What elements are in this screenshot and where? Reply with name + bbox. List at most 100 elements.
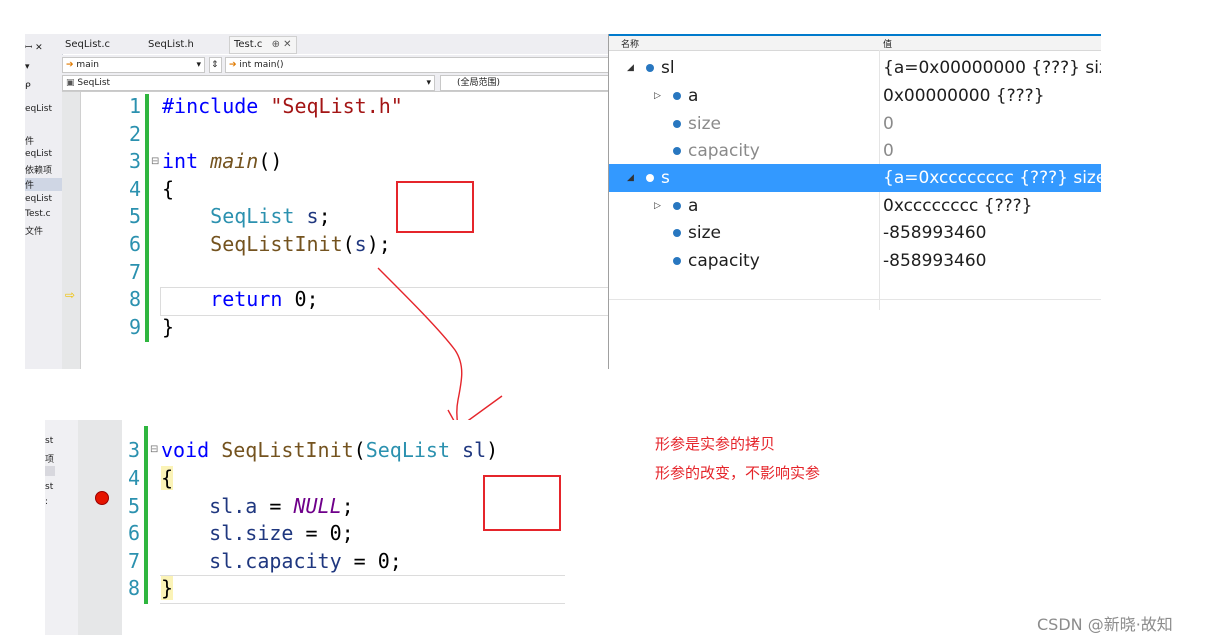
watch-row[interactable]: ▷ a 0xcccccccc {???} <box>609 192 1101 220</box>
tree-item[interactable]: eqList <box>25 149 52 159</box>
field-icon <box>673 202 681 210</box>
code-punctuation: = 0; <box>341 549 402 573</box>
watch-name: capacity <box>688 141 760 161</box>
expand-arrow-icon[interactable]: ▷ <box>654 192 661 220</box>
code-line-6[interactable]: SeqListInit(s); <box>162 232 391 256</box>
watch-row[interactable]: ◢ sl {a=0x00000000 {???} size=0 capacity… <box>609 54 1101 82</box>
field-icon <box>646 64 654 72</box>
global-scope-value: (全局范围) <box>457 78 501 88</box>
code-punctuation: ; <box>318 204 331 228</box>
line-number: 6 <box>128 232 141 256</box>
panel-dropdown[interactable]: ▾ <box>25 62 30 72</box>
code-line-3[interactable]: void SeqListInit(SeqList sl) <box>161 438 498 462</box>
tree-item[interactable]: 件 <box>25 134 34 147</box>
tree-item[interactable]: Test.c <box>25 209 51 219</box>
change-tracking-bar <box>145 94 149 342</box>
watch-row[interactable]: ▷ a 0x00000000 {???} <box>609 82 1101 110</box>
line-number: 7 <box>127 549 140 573</box>
tree-item[interactable]: : <box>45 497 48 507</box>
code-punctuation: ( <box>342 232 355 256</box>
tree-item[interactable]: st <box>45 482 53 492</box>
tree-item[interactable]: eqList <box>25 104 52 114</box>
watch-row[interactable]: size -858993460 <box>609 219 1101 247</box>
type-name: SeqList <box>210 204 295 228</box>
tree-item[interactable]: 项 <box>45 452 54 465</box>
tab-pin-close-icon[interactable]: ⊕ ✕ <box>272 39 292 50</box>
project-dropdown[interactable]: ▣ SeqList ▾ <box>62 75 435 91</box>
global-scope-dropdown[interactable]: (全局范围) <box>440 75 610 91</box>
code-line-4[interactable]: { <box>162 177 174 201</box>
macro-name: NULL <box>293 494 342 518</box>
tab-seqlist-h[interactable]: SeqList.h <box>148 39 194 50</box>
code-line-5[interactable]: sl.a = NULL; <box>161 494 354 518</box>
tab-test-c[interactable]: Test.c ⊕ ✕ <box>229 36 297 54</box>
watch-name: a <box>688 86 699 106</box>
watch-name: size <box>688 223 721 243</box>
watch-value: {a=0xcccccccc {???} size=-858993460 ...} <box>883 168 1101 188</box>
spin-button[interactable]: ⇕ <box>209 57 222 73</box>
tree-item[interactable]: st <box>45 436 53 446</box>
margin-divider <box>80 92 81 369</box>
tree-item-selected[interactable] <box>45 466 55 476</box>
code-punctuation: ) <box>486 438 499 462</box>
code-operator: = <box>257 494 294 518</box>
navigation-bar: ➔ main ▾ ⇕ ➔ int main() ▣ SeqList ▾ (全局范… <box>62 55 610 92</box>
watch-value: 0 <box>883 114 894 134</box>
function-value: int main() <box>239 60 284 70</box>
expand-arrow-icon[interactable]: ◢ <box>627 164 634 192</box>
tree-item[interactable]: eqList <box>25 194 52 204</box>
expand-arrow-icon[interactable]: ▷ <box>654 82 661 110</box>
code-line-3[interactable]: int main() <box>162 149 282 173</box>
line-number: 7 <box>128 260 141 284</box>
code-line-9[interactable]: } <box>162 315 174 339</box>
field-icon <box>673 147 681 155</box>
line-number: 6 <box>127 521 140 545</box>
tab-seqlist-c[interactable]: SeqList.c <box>65 39 110 50</box>
collapse-icon[interactable]: ⊟ <box>151 156 159 167</box>
panel-pin-close[interactable]: ꟷ ✕ <box>25 40 43 53</box>
code-line-8[interactable]: } <box>161 576 174 600</box>
expand-arrow-icon[interactable]: ◢ <box>627 54 634 82</box>
line-number: 3 <box>127 438 140 462</box>
code-line-6[interactable]: sl.size = 0; <box>161 521 354 545</box>
code-editor-top: ꟷ ✕ ▾ ᑭ eqList 件 eqList 依赖项 件 eqList Tes… <box>25 34 610 369</box>
line-number: 2 <box>128 122 141 146</box>
watch-window: 名称 值 ◢ sl {a=0x00000000 {???} size=0 cap… <box>608 34 1101 369</box>
code-line-4[interactable]: { <box>161 466 174 490</box>
line-number: 1 <box>128 94 141 118</box>
solution-explorer-panel: st 项 st : <box>45 420 78 635</box>
field-icon <box>646 174 654 182</box>
watch-row-selected[interactable]: ◢ s {a=0xcccccccc {???} size=-858993460 … <box>609 164 1101 192</box>
line-number: 3 <box>128 149 141 173</box>
search-icon[interactable]: ᑭ <box>25 82 31 92</box>
tree-item[interactable]: 文件 <box>25 224 43 237</box>
code-line-1[interactable]: #include "SeqList.h" <box>162 94 403 118</box>
scope-value: main <box>76 60 99 70</box>
line-number: 4 <box>128 177 141 201</box>
watch-name: size <box>688 114 721 134</box>
code-line-5[interactable]: SeqList s; <box>162 204 331 228</box>
scope-dropdown[interactable]: ➔ main ▾ <box>62 57 205 73</box>
code-punctuation: = 0; <box>293 521 354 545</box>
parameter-name: sl <box>450 438 487 462</box>
column-header-value[interactable]: 值 <box>883 37 892 50</box>
watch-value: -858993460 <box>883 223 987 243</box>
project-value: SeqList <box>77 78 111 88</box>
collapse-icon[interactable]: ⊟ <box>150 444 158 455</box>
tree-item-selected[interactable]: 件 <box>25 178 62 191</box>
watch-row[interactable]: capacity -858993460 <box>609 247 1101 275</box>
preprocessor-keyword: #include <box>162 94 259 118</box>
code-punctuation: ); <box>366 232 391 256</box>
code-line-8[interactable]: return 0; <box>162 287 318 311</box>
tree-item[interactable]: 依赖项 <box>25 163 52 176</box>
arrow-icon: ➔ <box>229 60 237 70</box>
column-header-name[interactable]: 名称 <box>621 37 639 50</box>
current-line-arrow-icon: ⇨ <box>65 288 76 302</box>
field-icon <box>673 92 681 100</box>
code-line-7[interactable]: sl.capacity = 0; <box>161 549 402 573</box>
watch-row[interactable]: size 0 <box>609 110 1101 138</box>
line-number: 4 <box>127 466 140 490</box>
breakpoint-gutter[interactable]: ⇨ <box>62 92 80 369</box>
function-dropdown[interactable]: ➔ int main() <box>225 57 610 73</box>
watch-row[interactable]: capacity 0 <box>609 137 1101 165</box>
